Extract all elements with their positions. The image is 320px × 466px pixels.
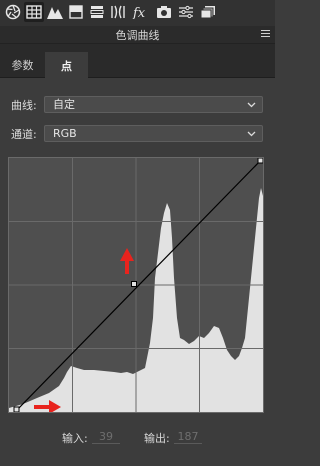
channel-label: 通道: [11,128,37,141]
svg-text:fx: fx [132,6,146,19]
curve-select-value: 自定 [53,98,75,111]
output-label: 输出: [144,432,170,445]
curve-label: 曲线: [11,99,37,112]
hsl-bars-icon[interactable] [87,2,107,22]
curve-point-mid[interactable] [131,281,137,287]
chevron-down-icon [247,102,256,108]
tab-parametric[interactable]: 参数 [0,52,45,78]
output-value[interactable]: 187 [174,430,202,444]
curve-svg [9,158,263,412]
tone-curve-graph[interactable] [8,157,264,413]
channel-select[interactable]: RGB [44,125,263,142]
split-icon[interactable] [66,2,86,22]
basic-grid-icon[interactable] [24,2,44,22]
toolbar: fx [0,0,275,26]
panel-header: 色调曲线 [0,26,275,44]
arrow-up-icon [120,248,134,274]
snapshots-icon[interactable] [198,2,218,22]
chevron-down-icon [247,131,256,137]
menu-icon[interactable] [261,30,270,39]
fx-icon[interactable]: fx [131,2,151,22]
channel-select-value: RGB [53,127,77,140]
presets-icon[interactable] [176,2,196,22]
tab-bar: 参数 点 [0,44,275,79]
aperture-icon[interactable] [3,2,23,22]
tab-point[interactable]: 点 [45,52,88,79]
input-value[interactable]: 39 [92,430,120,444]
curve-point-white[interactable] [257,158,263,164]
camera-icon[interactable] [154,2,174,22]
curve-select[interactable]: 自定 [44,96,263,113]
panel-title: 色调曲线 [115,29,160,42]
input-label: 输入: [62,432,88,445]
lens-icon[interactable] [108,2,128,22]
mountains-icon[interactable] [45,2,65,22]
curve-point-black[interactable] [13,406,20,412]
